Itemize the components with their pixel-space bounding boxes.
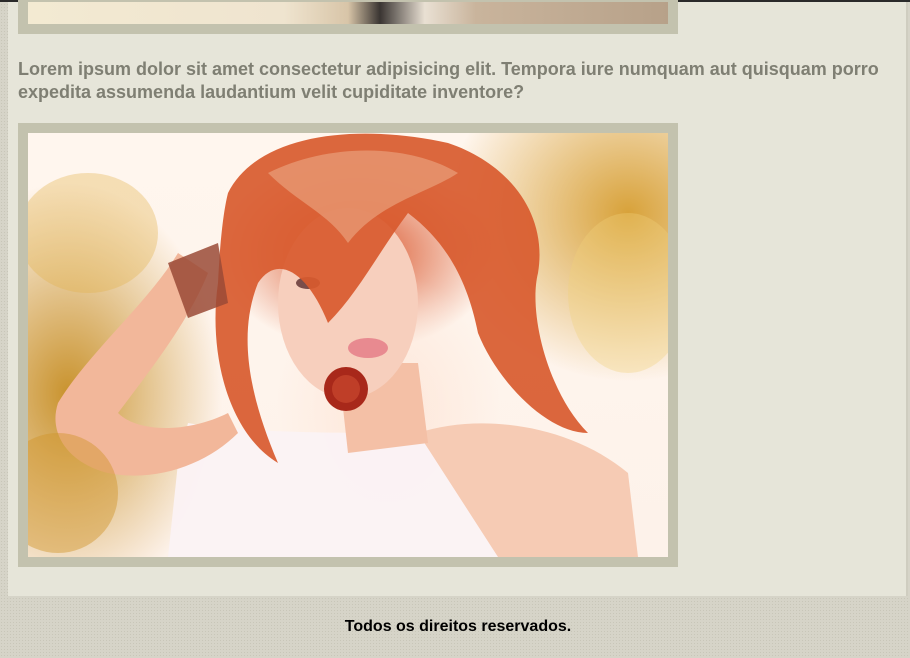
photo-previous bbox=[28, 2, 668, 24]
footer-copyright: Todos os direitos reservados. bbox=[344, 618, 572, 635]
page-footer: Todos os direitos reservados. bbox=[0, 596, 910, 658]
image-frame bbox=[18, 123, 678, 567]
photo-woman-red-hair bbox=[28, 133, 668, 557]
main-content: Lorem ipsum dolor sit amet consectetur a… bbox=[8, 0, 908, 596]
image-frame-previous bbox=[18, 0, 678, 34]
article-caption: Lorem ipsum dolor sit amet consectetur a… bbox=[18, 59, 879, 102]
